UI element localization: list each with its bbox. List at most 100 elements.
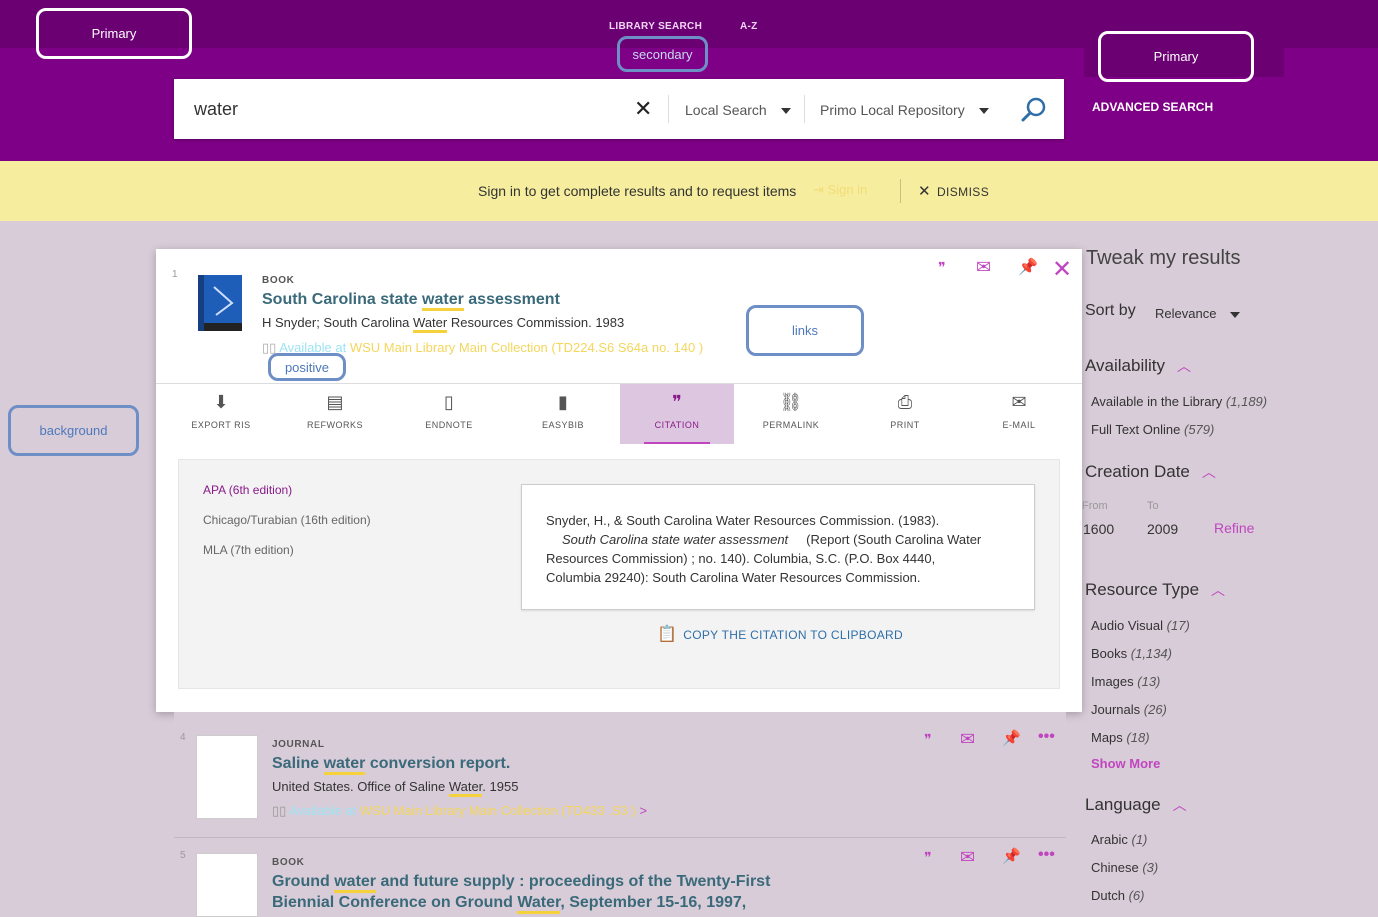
copy-citation-button[interactable]: 📋 COPY THE CITATION TO CLIPBOARD [657,624,903,644]
signin-label: Sign in [827,182,868,197]
quote-icon[interactable]: ❞ [924,731,932,748]
facet-item[interactable]: Books (1,134) [1091,646,1172,661]
nav-a-z[interactable]: A-Z [740,21,758,32]
pin-icon[interactable]: 📌 [1002,729,1021,747]
pin-icon[interactable]: 📌 [1018,257,1038,277]
chevron-up-icon: ︿ [1201,464,1216,480]
endnote-button[interactable]: ▯ ENDNOTE [392,384,506,444]
facet-item[interactable]: Images (13) [1091,674,1160,689]
author-text: H Snyder; South Carolina [262,315,414,330]
refworks-button[interactable]: ▤ REFWORKS [278,384,392,444]
tab-value: Primo Local Repository [820,102,965,118]
facet-heading-label: Availability [1085,356,1166,375]
record-title[interactable]: South Carolina state water assessment [262,291,560,311]
facet-heading-resource-type[interactable]: Resource Type ︿ [1085,580,1225,600]
export-icon: ⬇ [213,392,229,412]
facet-heading-availability[interactable]: Availability ︿ [1085,356,1191,376]
record-title[interactable]: Saline water conversion report. [272,755,510,775]
email-button[interactable]: ✉ E-MAIL [962,384,1076,444]
pin-icon[interactable]: 📌 [1002,847,1021,865]
mail-icon[interactable]: ✉ [960,729,975,750]
chevron-up-icon: ︿ [1211,582,1226,598]
availability-line[interactable]: ▯▯ Available at WSU Main Library Main Co… [272,803,647,819]
divider [668,95,669,123]
quote-icon[interactable]: ❞ [924,849,932,866]
scope-select[interactable]: Local Search [685,102,791,118]
facet-label: Arabic [1091,832,1128,847]
from-year-input[interactable]: 1600 [1083,521,1114,537]
divider [804,95,805,123]
tab-select[interactable]: Primo Local Repository [820,102,989,118]
search-icon[interactable] [1020,96,1048,129]
clear-search-icon[interactable]: ✕ [634,96,652,122]
export-ris-button[interactable]: ⬇ EXPORT RIS [164,384,278,444]
mail-icon[interactable]: ✉ [960,847,975,868]
availability-status: Available at [289,803,357,818]
more-icon[interactable]: ••• [1038,728,1055,746]
author-highlight: Water [413,315,448,333]
title-text: Ground [272,873,335,890]
record-author: United States. Office of Saline Water. 1… [272,779,519,797]
citation-style-apa[interactable]: APA (6th edition) [203,483,292,497]
facet-item[interactable]: Chinese (3) [1091,860,1158,875]
banner-text: Sign in to get complete results and to r… [478,183,797,199]
signin-button[interactable]: ⇥ Sign in [813,182,867,198]
title-text: assessment [463,291,560,308]
quote-icon[interactable]: ❞ [938,259,946,276]
availability-location: WSU Main Library Main Collection (TD224.… [349,340,704,355]
facet-count: (1,189) [1225,394,1268,409]
author-highlight: Water [448,779,483,797]
tool-label: ENDNOTE [425,420,473,430]
citation-style-chicago[interactable]: Chicago/Turabian (16th edition) [203,513,371,527]
mail-icon[interactable]: ✉ [976,257,991,278]
citation-text: (Report (South Carolina Water [806,532,982,547]
facet-heading-creation-date[interactable]: Creation Date ︿ [1085,462,1216,482]
facet-item[interactable]: Dutch (6) [1091,888,1144,903]
facet-item[interactable]: Maps (18) [1091,730,1150,745]
more-icon[interactable]: ••• [1038,846,1055,864]
close-icon[interactable]: ✕ [1052,255,1072,284]
record-card-expanded: 1 BOOK South Carolina state water assess… [156,249,1082,712]
nav-library-search[interactable]: LIBRARY SEARCH [609,21,702,32]
chevron-up-icon: ︿ [1172,797,1187,813]
citation-title: South Carolina state water assessment [562,532,789,547]
facet-label: Available in the Library [1091,394,1223,409]
tool-label: REFWORKS [306,420,363,430]
permalink-button[interactable]: ⛓ PERMALINK [734,384,848,444]
facet-item[interactable]: Audio Visual (17) [1091,618,1190,633]
dismiss-button[interactable]: ✕ DISMISS [918,182,989,200]
author-text: . 1955 [482,779,519,794]
facet-label: Books [1091,646,1128,661]
search-box: water ✕ Local Search Primo Local Reposit… [174,79,1064,139]
citation-line: Resources Commission) ; no. 140). Columb… [546,551,936,566]
easybib-button[interactable]: ▮ EASYBIB [506,384,620,444]
facet-item[interactable]: Available in the Library (1,189) [1091,394,1267,409]
facet-label: Images [1091,674,1134,689]
chevron-down-icon [1230,311,1241,318]
citation-text-box[interactable]: Snyder, H., & South Carolina Water Resou… [521,484,1035,610]
to-year-input[interactable]: 2009 [1147,521,1178,537]
link-icon: ⛓ [779,392,803,412]
record-thumbnail[interactable] [196,735,258,819]
search-input[interactable]: water [194,99,238,120]
advanced-search-link[interactable]: ADVANCED SEARCH [1092,100,1213,114]
book-cover-icon[interactable] [194,273,246,338]
show-more-button[interactable]: Show More [1091,756,1160,771]
refine-button[interactable]: Refine [1214,520,1254,536]
record-title-line2[interactable]: Biennial Conference on Ground Water, Sep… [272,894,746,914]
facet-heading-label: Resource Type [1085,580,1200,599]
tool-label: EASYBIB [541,420,585,430]
facet-heading-language[interactable]: Language ︿ [1085,795,1187,815]
facet-item[interactable]: Full Text Online (579) [1091,422,1214,437]
sort-select[interactable]: Relevance [1155,306,1241,321]
print-button[interactable]: ⎙ PRINT [848,384,962,444]
callout-secondary: secondary [617,36,708,72]
record-thumbnail[interactable] [196,853,258,917]
citation-style-mla[interactable]: MLA (7th edition) [203,543,294,557]
facet-label: Journals [1091,702,1141,717]
record-title[interactable]: Ground water and future supply : proceed… [272,873,770,893]
facet-item[interactable]: Journals (26) [1091,702,1167,717]
facet-item[interactable]: Arabic (1) [1091,832,1147,847]
dismiss-label: DISMISS [936,185,990,199]
citation-button[interactable]: ❞ CITATION [620,384,734,444]
